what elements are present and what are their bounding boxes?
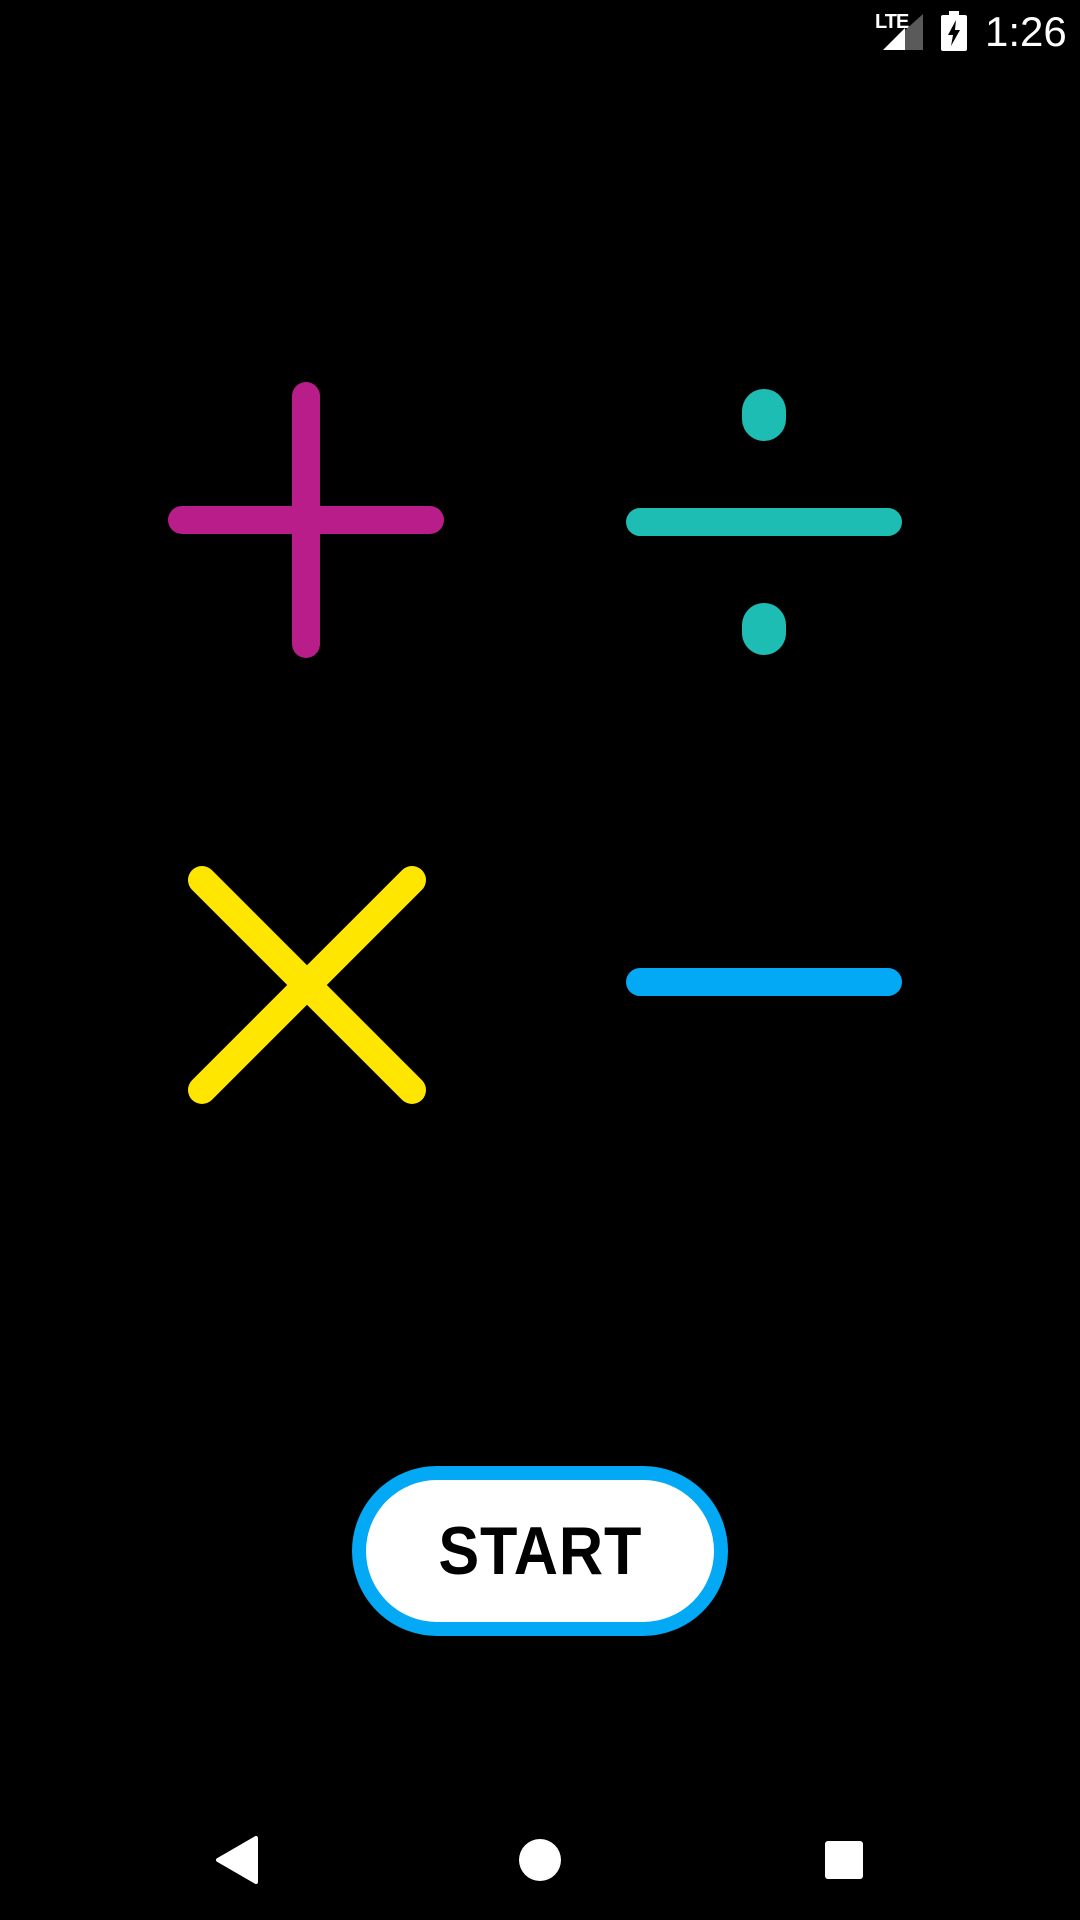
minus-icon <box>626 968 902 996</box>
start-button-label: START <box>438 1513 642 1589</box>
status-time: 1:26 <box>985 8 1067 55</box>
plus-icon <box>168 382 444 658</box>
navigation-bar <box>0 1800 1080 1920</box>
multiply-icon <box>188 866 426 1104</box>
back-icon[interactable] <box>206 1830 266 1890</box>
home-icon[interactable] <box>510 1830 570 1890</box>
status-bar: LTE 1:26 <box>0 0 1080 64</box>
battery-charging-icon <box>941 11 967 51</box>
start-button[interactable]: START <box>352 1466 728 1636</box>
recents-icon[interactable] <box>814 1830 874 1890</box>
app-screen: LTE 1:26 START <box>0 0 1080 1920</box>
lte-signal-icon <box>883 14 923 50</box>
divide-icon <box>626 389 902 655</box>
